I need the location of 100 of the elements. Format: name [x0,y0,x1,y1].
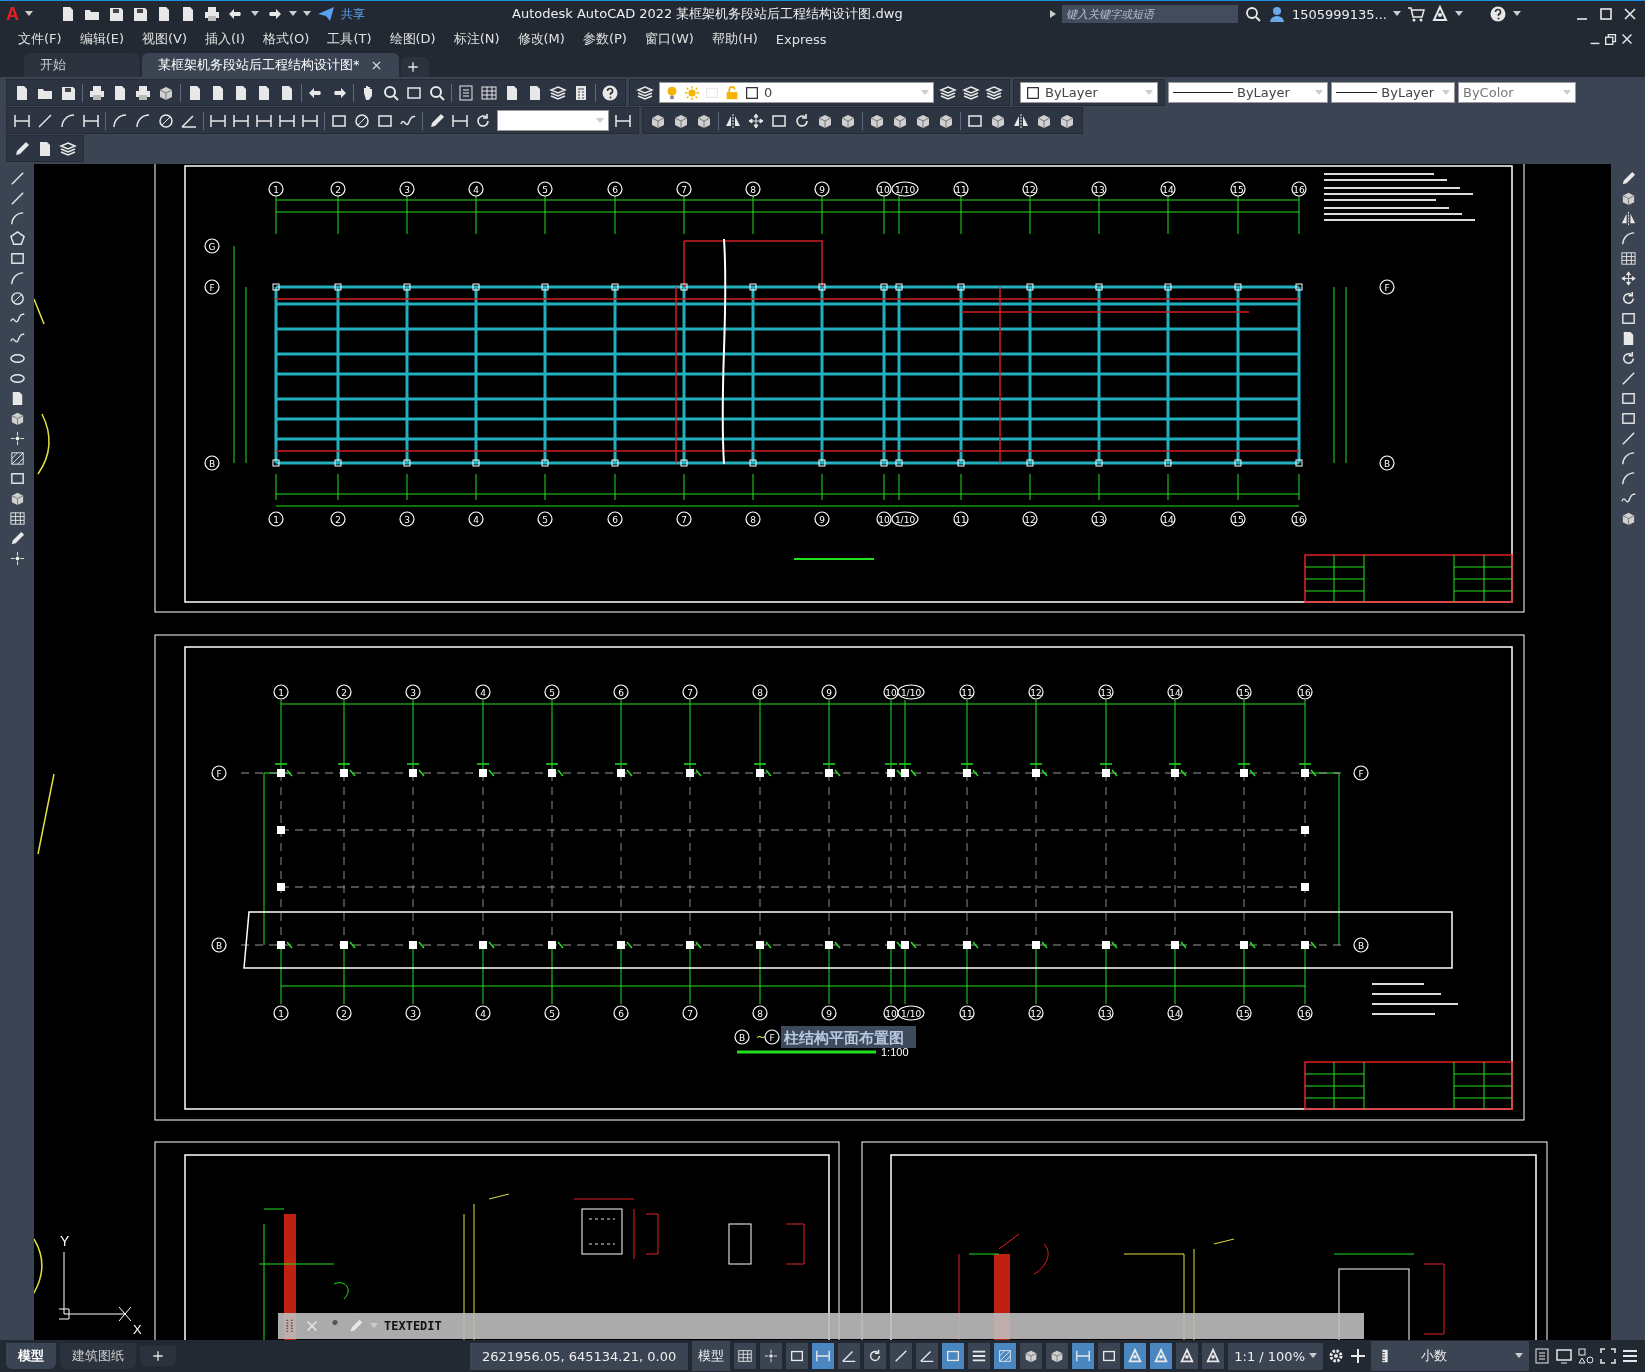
caret-icon[interactable] [251,11,259,17]
layers-icon[interactable] [939,83,957,102]
arc-icon[interactable] [1619,230,1637,247]
expand-arrow-icon[interactable] [1049,10,1056,18]
cart-icon[interactable] [1407,5,1425,23]
rotate-icon[interactable] [474,111,492,130]
menu-icon[interactable] [1621,1347,1639,1365]
line-icon[interactable] [1619,430,1637,447]
layout-tab[interactable]: 建筑图纸 [60,1343,136,1369]
layers-icon[interactable] [636,83,654,102]
hatch-icon[interactable] [8,450,26,467]
status-toggle[interactable] [916,1343,939,1369]
status-toggle[interactable] [1098,1343,1121,1369]
share-icon[interactable] [317,5,335,23]
menu-item[interactable]: 文件(F) [10,30,72,48]
layers-icon[interactable] [59,139,77,158]
rectangle-icon[interactable] [8,250,26,267]
layers-icon[interactable] [985,83,1003,102]
grid-icon[interactable] [1619,250,1637,267]
layout-tab[interactable]: 模型 [6,1343,56,1369]
list-icon[interactable] [457,83,475,102]
plus-icon[interactable] [1349,1347,1367,1365]
caret-icon[interactable] [1455,11,1463,17]
arc-icon[interactable] [59,111,77,130]
menu-item[interactable]: 参数(P) [574,30,637,48]
status-toggle[interactable] [1072,1343,1095,1369]
mirror-icon[interactable] [1012,111,1030,130]
annotation-scale-button[interactable]: 1:1 / 100% [1228,1342,1323,1370]
status-toggle[interactable] [812,1343,835,1369]
color-dropdown[interactable]: ByLayer [1020,82,1158,103]
status-toggle[interactable] [890,1343,913,1369]
caret-icon[interactable] [25,11,33,17]
dots-icon[interactable] [8,430,26,447]
help-icon[interactable] [601,83,619,102]
layers-icon[interactable] [962,83,980,102]
status-toggle[interactable] [1020,1343,1043,1369]
printer-icon[interactable] [134,83,152,102]
file-tab[interactable]: 开始 [24,53,140,77]
circle-icon[interactable] [353,111,371,130]
new-layout-button[interactable] [140,1346,176,1366]
maximize-icon[interactable] [1597,5,1615,23]
status-toggle[interactable] [786,1343,809,1369]
move-icon[interactable] [747,111,765,130]
plus-icon[interactable] [152,1350,164,1362]
status-toggle[interactable] [968,1343,991,1369]
caret-icon[interactable] [1513,11,1521,17]
lineweight-dropdown[interactable]: ByLayer [1331,82,1455,103]
circle-icon[interactable] [157,111,175,130]
status-toggle[interactable] [760,1343,783,1369]
user-name[interactable]: 1505999135... [1291,6,1387,22]
units-dropdown[interactable]: 小数 [1371,1341,1529,1371]
save-icon[interactable] [131,5,149,23]
plot-style-dropdown[interactable]: ByColor [1458,82,1576,103]
user-icon[interactable] [1267,5,1286,23]
menu-item[interactable]: 窗口(W) [636,30,704,48]
caret-icon[interactable] [1393,11,1401,17]
mirror-icon[interactable] [1619,210,1637,227]
line-icon[interactable] [8,190,26,207]
status-toggle[interactable] [838,1343,861,1369]
status-toggle[interactable] [942,1343,965,1369]
arc-icon[interactable] [8,210,26,227]
menu-item[interactable]: 标注(N) [445,30,510,48]
dots-icon[interactable] [8,550,26,567]
menu-item[interactable]: 格式(O) [255,30,320,48]
pencil-icon[interactable] [13,139,31,158]
status-toggle[interactable] [864,1343,887,1369]
menu-item[interactable]: 编辑(E) [71,30,134,48]
status-toggle[interactable] [994,1343,1017,1369]
move-icon[interactable] [1619,270,1637,287]
arc-icon[interactable] [8,270,26,287]
status-toggle[interactable] [1046,1343,1069,1369]
new-tab-button[interactable] [400,57,429,77]
restore-icon[interactable] [1603,31,1619,47]
status-toggle[interactable] [1176,1343,1199,1369]
menu-item[interactable]: 视图(V) [134,30,198,48]
layers-icon[interactable] [549,83,567,102]
zoom-icon[interactable] [382,83,400,102]
menu-item[interactable]: 帮助(H) [703,30,768,48]
arc-icon[interactable] [111,111,129,130]
command-line-text[interactable]: TEXTEDIT [384,1319,442,1333]
monitor-icon[interactable] [1555,1347,1573,1365]
linetype-dropdown[interactable]: ByLayer [1168,82,1328,103]
printer-icon[interactable] [203,5,221,23]
save-icon[interactable] [107,5,125,23]
fullscreen-icon[interactable] [1599,1347,1617,1365]
rectangle-icon[interactable] [1619,310,1637,327]
status-toggle[interactable] [1124,1343,1147,1369]
file-tab[interactable]: 某框架机务段站后工程结构设计图* [142,53,399,77]
menu-item[interactable]: Express [767,31,837,47]
search-field[interactable]: 键入关键字或短语 [1061,5,1238,23]
arc-icon[interactable] [1619,470,1637,487]
grid-icon[interactable] [480,83,498,102]
arc-icon[interactable] [1619,450,1637,467]
plus-icon[interactable] [406,61,419,73]
circle-icon[interactable] [8,290,26,307]
menu-item[interactable]: 工具(T) [319,30,382,48]
status-toggle[interactable] [1150,1343,1173,1369]
gear-icon[interactable] [1327,1347,1345,1365]
rectangle-icon[interactable] [1619,410,1637,427]
menu-item[interactable]: 插入(I) [197,30,255,48]
